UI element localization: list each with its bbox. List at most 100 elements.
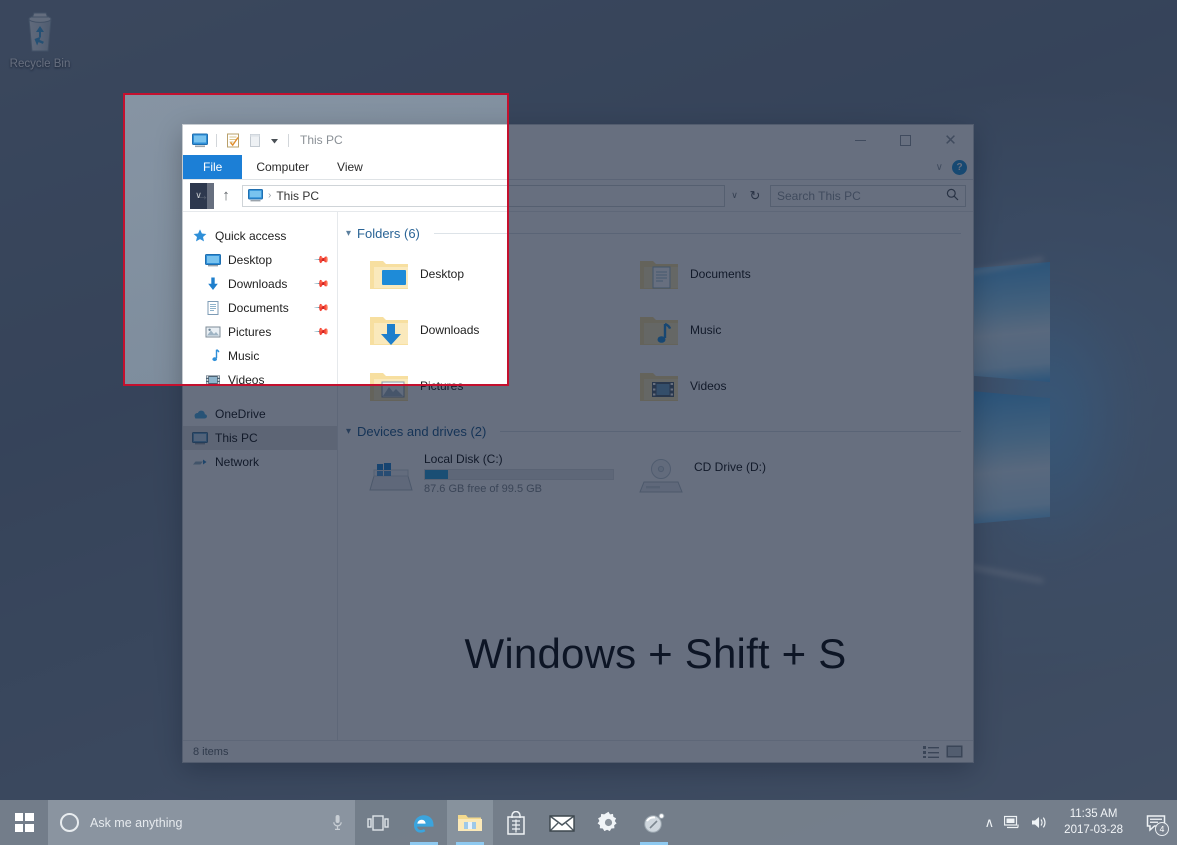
chevron-down-icon[interactable]: ▾ xyxy=(346,228,351,239)
address-bar-row[interactable]: ← → ∨ ↑ › This PC ∨ ↻ Search This PC xyxy=(183,180,973,212)
tab-file[interactable]: File xyxy=(183,155,242,179)
folder-item-videos[interactable]: Videos xyxy=(616,358,886,414)
sidebar-label: Quick access xyxy=(215,229,286,243)
volume-tray-icon[interactable] xyxy=(1031,815,1048,830)
mail-button[interactable] xyxy=(539,800,585,845)
navigation-pane[interactable]: Quick access Desktop 📌 Downloads xyxy=(183,212,338,740)
ribbon-tab-strip[interactable]: File Computer View ∨ ? xyxy=(183,155,973,180)
store-button[interactable] xyxy=(493,800,539,845)
this-pc-icon[interactable] xyxy=(191,132,209,149)
devices-grid[interactable]: Local Disk (C:) 87.6 GB free of 99.5 GB xyxy=(346,444,973,504)
sidebar-item-videos[interactable]: Videos xyxy=(183,368,337,392)
search-input[interactable]: Search This PC xyxy=(770,185,966,207)
file-explorer-window[interactable]: This PC ✕ File Computer View ∨ ? ← → ∨ ↑ xyxy=(183,125,973,762)
folder-label: Music xyxy=(690,323,721,337)
window-title: This PC xyxy=(300,133,343,147)
sidebar-item-quick-access[interactable]: Quick access xyxy=(183,224,337,248)
folder-item-desktop[interactable]: Desktop xyxy=(346,246,616,302)
sidebar-item-documents[interactable]: Documents 📌 xyxy=(183,296,337,320)
folder-label: Documents xyxy=(690,267,751,281)
network-tray-icon[interactable] xyxy=(1004,815,1021,830)
sidebar-item-downloads[interactable]: Downloads 📌 xyxy=(183,272,337,296)
file-explorer-button[interactable] xyxy=(447,800,493,845)
start-button[interactable] xyxy=(0,800,48,845)
onedrive-icon xyxy=(192,406,208,422)
group-header-devices[interactable]: ▾ Devices and drives (2) xyxy=(346,424,973,439)
recycle-bin[interactable]: Recycle Bin xyxy=(7,8,73,71)
edge-button[interactable] xyxy=(401,800,447,845)
properties-icon[interactable] xyxy=(224,132,242,149)
breadcrumb-this-pc[interactable]: This PC xyxy=(276,189,319,203)
sidebar-item-desktop[interactable]: Desktop 📌 xyxy=(183,248,337,272)
folder-item-music[interactable]: Music xyxy=(616,302,886,358)
system-tray[interactable]: ∧ 11:35 AM 2017-03-28 4 xyxy=(985,800,1177,845)
folder-item-pictures[interactable]: Pictures xyxy=(346,358,616,414)
minimize-button[interactable] xyxy=(838,125,883,155)
maximize-button[interactable] xyxy=(883,125,928,155)
tab-view[interactable]: View xyxy=(323,155,377,179)
refresh-button[interactable]: ↻ xyxy=(744,185,766,207)
drive-item-local-disk[interactable]: Local Disk (C:) 87.6 GB free of 99.5 GB xyxy=(346,444,616,504)
close-icon: ✕ xyxy=(944,133,957,148)
item-count-label: 8 items xyxy=(193,746,228,758)
pin-icon[interactable]: 📌 xyxy=(312,324,329,341)
sidebar-label: Pictures xyxy=(228,325,271,339)
settings-button[interactable] xyxy=(585,800,631,845)
snip-tool-button[interactable] xyxy=(631,800,677,845)
customize-dropdown-icon[interactable] xyxy=(268,132,281,149)
sidebar-label: This PC xyxy=(215,431,258,445)
clock[interactable]: 11:35 AM 2017-03-28 xyxy=(1058,807,1129,838)
caption-buttons[interactable]: ✕ xyxy=(838,125,973,155)
sidebar-item-this-pc[interactable]: This PC xyxy=(183,426,337,450)
this-pc-icon-breadcrumb xyxy=(248,189,263,202)
sidebar-item-pictures[interactable]: Pictures 📌 xyxy=(183,320,337,344)
address-dropdown-button[interactable]: ∨ xyxy=(725,185,744,207)
chevron-down-icon[interactable]: ▾ xyxy=(346,426,351,437)
cortana-circle-icon[interactable] xyxy=(60,813,79,832)
chevron-down-icon[interactable]: ∨ xyxy=(936,162,943,173)
help-icon[interactable]: ? xyxy=(952,160,967,175)
pin-icon[interactable]: 📌 xyxy=(312,300,329,317)
action-center-button[interactable]: 4 xyxy=(1139,800,1173,845)
folders-grid[interactable]: Desktop Documents xyxy=(346,246,973,414)
file-list-pane[interactable]: ▾ Folders (6) Desktop xyxy=(338,212,973,740)
folder-item-downloads[interactable]: Downloads xyxy=(346,302,616,358)
recent-locations-button[interactable]: ∨ xyxy=(190,183,207,209)
tab-computer[interactable]: Computer xyxy=(242,155,323,179)
taskbar-search-box[interactable]: Ask me anything xyxy=(48,800,355,845)
address-input[interactable]: › This PC xyxy=(242,185,725,207)
show-hidden-icons-button[interactable]: ∧ xyxy=(985,815,995,831)
group-rule xyxy=(500,431,961,432)
quick-access-toolbar[interactable] xyxy=(191,132,292,149)
sidebar-item-network[interactable]: Network xyxy=(183,450,337,474)
search-placeholder: Search This PC xyxy=(777,189,861,203)
drive-meta: Local Disk (C:) 87.6 GB free of 99.5 GB xyxy=(424,450,614,495)
clock-date: 2017-03-28 xyxy=(1064,823,1123,839)
new-folder-icon[interactable] xyxy=(246,132,264,149)
group-header-folders[interactable]: ▾ Folders (6) xyxy=(346,226,973,241)
group-header-label: Folders (6) xyxy=(357,226,420,241)
group-rule xyxy=(434,233,961,234)
large-icons-view-button[interactable] xyxy=(946,744,963,759)
sidebar-item-onedrive[interactable]: OneDrive xyxy=(183,402,337,426)
details-view-button[interactable] xyxy=(923,744,940,759)
network-icon xyxy=(192,454,208,470)
taskbar[interactable]: Ask me anything xyxy=(0,800,1177,845)
folder-item-documents[interactable]: Documents xyxy=(616,246,886,302)
view-buttons[interactable] xyxy=(923,744,963,759)
ribbon-right-controls[interactable]: ∨ ? xyxy=(936,155,967,180)
up-button[interactable]: ↑ xyxy=(214,183,238,209)
this-pc-icon xyxy=(192,430,208,446)
documents-icon xyxy=(205,300,221,316)
microphone-icon[interactable] xyxy=(332,814,343,831)
breadcrumb-separator: › xyxy=(268,190,271,201)
window-title-bar[interactable]: This PC ✕ xyxy=(183,125,973,155)
pin-icon[interactable]: 📌 xyxy=(312,252,329,269)
drive-item-cd-drive[interactable]: CD Drive (D:) xyxy=(616,444,886,504)
pin-icon[interactable]: 📌 xyxy=(312,276,329,293)
task-view-button[interactable] xyxy=(355,800,401,845)
folder-label: Pictures xyxy=(420,379,463,393)
sidebar-item-music[interactable]: Music xyxy=(183,344,337,368)
close-button[interactable]: ✕ xyxy=(928,125,973,155)
wallpaper-pane-1 xyxy=(960,262,1050,382)
